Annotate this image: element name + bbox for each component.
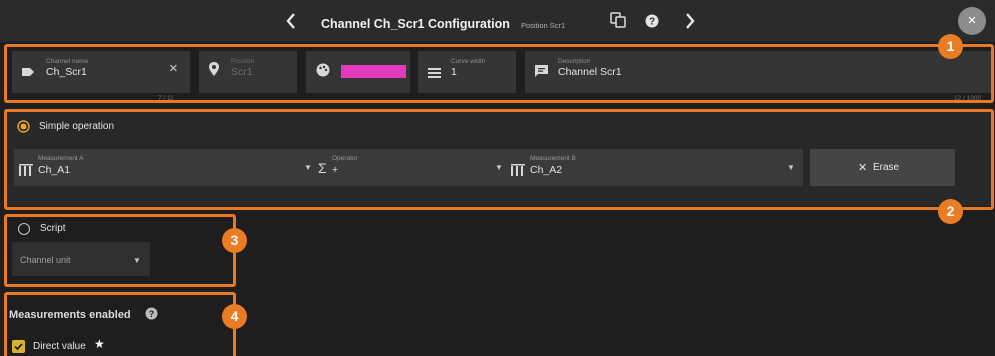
badge-2: 2 — [938, 199, 963, 224]
chevron-left-icon[interactable] — [285, 11, 297, 35]
highlight-box-2 — [4, 109, 994, 210]
highlight-box-1 — [4, 44, 994, 103]
page-title: Channel Ch_Scr1 Configuration — [321, 17, 510, 31]
close-button[interactable]: × — [958, 7, 986, 35]
page-subtitle: Position Scr1 — [521, 21, 566, 30]
chevron-right-icon[interactable] — [684, 11, 696, 35]
badge-1: 1 — [938, 34, 963, 59]
badge-4: 4 — [222, 304, 247, 329]
svg-text:?: ? — [649, 17, 655, 28]
highlight-box-4 — [4, 292, 236, 356]
highlight-box-3 — [4, 214, 236, 287]
copy-icon[interactable] — [610, 12, 626, 33]
help-icon[interactable]: ? — [645, 14, 659, 33]
badge-3: 3 — [222, 228, 247, 253]
